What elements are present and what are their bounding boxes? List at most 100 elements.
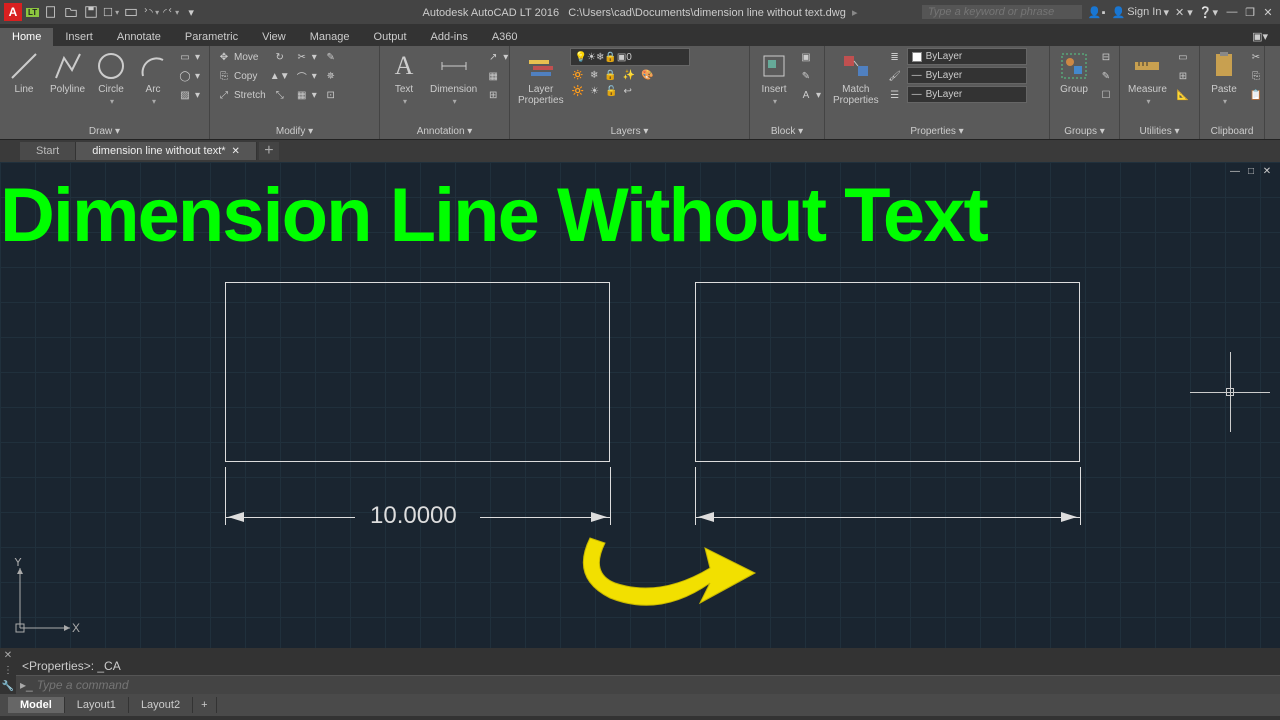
panel-modify-title[interactable]: Modify ▾ — [214, 125, 375, 139]
group-sel-icon[interactable]: ☐ — [1096, 86, 1116, 104]
lineweight-dropdown[interactable]: — ByLayer — [907, 67, 1027, 84]
ribbon-tab-home[interactable]: Home — [0, 28, 53, 46]
vp-close-icon[interactable]: ✕ — [1260, 166, 1274, 178]
qat-open-icon[interactable] — [63, 4, 79, 20]
clip-icon3[interactable]: 📋 — [1246, 86, 1266, 104]
trim-icon[interactable]: ✂▾ — [292, 48, 319, 66]
scale-icon[interactable]: ⤡ — [270, 86, 290, 104]
util-icon2[interactable]: ⊞ — [1173, 67, 1193, 85]
insert-button[interactable]: Insert — [754, 48, 794, 108]
sign-in-button[interactable]: 👤 Sign In ▾ — [1112, 6, 1169, 19]
copy-clip-icon[interactable]: ⎘ — [1246, 67, 1266, 85]
ribbon-tab-annotate[interactable]: Annotate — [105, 28, 173, 46]
layer-properties-button[interactable]: Layer Properties — [514, 48, 568, 108]
add-doc-tab-icon[interactable]: + — [259, 142, 279, 160]
panel-groups-title[interactable]: Groups ▾ — [1054, 125, 1115, 139]
color-dropdown[interactable]: ByLayer — [907, 48, 1027, 65]
ellipse-icon[interactable]: ◯▾ — [175, 67, 202, 85]
edit-block-icon[interactable]: ✎ — [796, 67, 823, 85]
window-restore-icon[interactable]: ❐ — [1242, 5, 1258, 19]
ribbon-collapse-icon[interactable]: ▣▾ — [1240, 27, 1280, 46]
cmd-opts-icon[interactable]: 🔧 — [2, 681, 14, 692]
offset-icon[interactable]: ⊡ — [321, 86, 341, 104]
measure-button[interactable]: Measure — [1124, 48, 1171, 108]
layout-tab-model[interactable]: Model — [8, 697, 65, 713]
mtext-icon[interactable]: ⊞ — [483, 86, 510, 104]
panel-utilities-title[interactable]: Utilities ▾ — [1124, 125, 1195, 139]
rotate-icon[interactable]: ↻ — [270, 48, 290, 66]
layout-tab-layout2[interactable]: Layout2 — [129, 697, 193, 713]
layer-iso-icon[interactable]: ✨ — [621, 69, 637, 82]
window-minimize-icon[interactable]: — — [1224, 5, 1240, 19]
explode-icon[interactable]: ✵ — [321, 67, 341, 85]
layer-unlock-icon[interactable]: 🔓 — [603, 85, 619, 98]
group-button[interactable]: Group — [1054, 48, 1094, 97]
match-properties-button[interactable]: Match Properties — [829, 48, 883, 108]
panel-block-title[interactable]: Block ▾ — [754, 125, 820, 139]
panel-layers-title[interactable]: Layers ▾ — [514, 125, 745, 139]
layer-off-icon[interactable]: 🔅 — [570, 69, 586, 82]
paste-button[interactable]: Paste — [1204, 48, 1244, 108]
dimension-button[interactable]: Dimension — [426, 48, 481, 108]
close-tab-icon[interactable]: ✕ — [232, 146, 240, 157]
create-block-icon[interactable]: ▣ — [796, 48, 823, 66]
panel-draw-title[interactable]: Draw ▾ — [4, 125, 205, 139]
qat-new-icon[interactable] — [43, 4, 59, 20]
dim-line-left[interactable] — [225, 517, 355, 518]
array-icon[interactable]: ▦▾ — [292, 86, 319, 104]
layer-on-icon[interactable]: 🔆 — [570, 85, 586, 98]
panel-annotation-title[interactable]: Annotation ▾ — [384, 125, 505, 139]
command-input[interactable] — [37, 678, 1276, 692]
util-icon1[interactable]: ▭ — [1173, 48, 1193, 66]
move-button[interactable]: ✥Move — [214, 48, 268, 66]
linetype-dropdown[interactable]: — ByLayer — [907, 86, 1027, 103]
copy-button[interactable]: ⎘Copy — [214, 67, 268, 85]
hatch-icon[interactable]: ▨▾ — [175, 86, 202, 104]
mirror-icon[interactable]: ▲▼ — [270, 67, 290, 85]
drawing-canvas[interactable]: Dimension Line Without Text — □ ✕ 10.000… — [0, 162, 1280, 648]
rectangle-icon[interactable]: ▭▾ — [175, 48, 202, 66]
edit-attr-icon[interactable]: A▾ — [796, 86, 823, 104]
doc-tab-start[interactable]: Start — [20, 142, 76, 160]
qat-more-icon[interactable]: ▾ — [183, 4, 199, 20]
ribbon-tab-view[interactable]: View — [250, 28, 298, 46]
panel-properties-title[interactable]: Properties ▾ — [829, 125, 1045, 139]
polyline-button[interactable]: Polyline — [46, 48, 89, 97]
leader-icon[interactable]: ↗▾ — [483, 48, 510, 66]
rectangle-right[interactable] — [695, 282, 1080, 462]
dim-line-right[interactable] — [695, 517, 1080, 518]
qat-plot-icon[interactable] — [123, 4, 139, 20]
qat-redo-icon[interactable] — [163, 4, 179, 20]
cut-icon[interactable]: ✂ — [1246, 48, 1266, 66]
add-layout-icon[interactable]: + — [193, 697, 216, 713]
table-icon[interactable]: ▦ — [483, 67, 510, 85]
props-icon3[interactable]: ☰ — [885, 86, 905, 104]
ribbon-tab-insert[interactable]: Insert — [53, 28, 105, 46]
vp-min-icon[interactable]: — — [1228, 166, 1242, 178]
ribbon-tab-parametric[interactable]: Parametric — [173, 28, 250, 46]
ribbon-tab-a360[interactable]: A360 — [480, 28, 530, 46]
fillet-icon[interactable]: ⌒▾ — [292, 67, 319, 85]
exchange-icon[interactable]: ✕ ▾ — [1175, 6, 1193, 19]
qat-saveas-icon[interactable] — [103, 4, 119, 20]
dimension-text[interactable]: 10.0000 — [370, 502, 457, 530]
props-icon1[interactable]: ≣ — [885, 48, 905, 66]
erase-icon[interactable]: ✎ — [321, 48, 341, 66]
arc-button[interactable]: Arc — [133, 48, 173, 108]
help-search-input[interactable] — [922, 5, 1082, 19]
props-icon2[interactable]: 🖌 — [885, 67, 905, 85]
window-close-icon[interactable]: ✕ — [1260, 5, 1276, 19]
layer-thaw-icon[interactable]: ☀ — [588, 85, 601, 98]
layer-match-icon[interactable]: 🎨 — [639, 69, 655, 82]
stretch-button[interactable]: ⤢Stretch — [214, 86, 268, 104]
layer-prev-icon[interactable]: ↩ — [621, 85, 633, 98]
line-button[interactable]: Line — [4, 48, 44, 97]
ribbon-tab-manage[interactable]: Manage — [298, 28, 362, 46]
infocenter-icon[interactable]: 👤▪ — [1088, 6, 1106, 19]
vp-max-icon[interactable]: □ — [1244, 166, 1258, 178]
help-icon[interactable]: ❔▾ — [1199, 6, 1218, 19]
layout-tab-layout1[interactable]: Layout1 — [65, 697, 129, 713]
panel-clipboard-title[interactable]: Clipboard — [1204, 125, 1260, 139]
qat-save-icon[interactable] — [83, 4, 99, 20]
layer-lock-icon[interactable]: 🔒 — [602, 69, 618, 82]
